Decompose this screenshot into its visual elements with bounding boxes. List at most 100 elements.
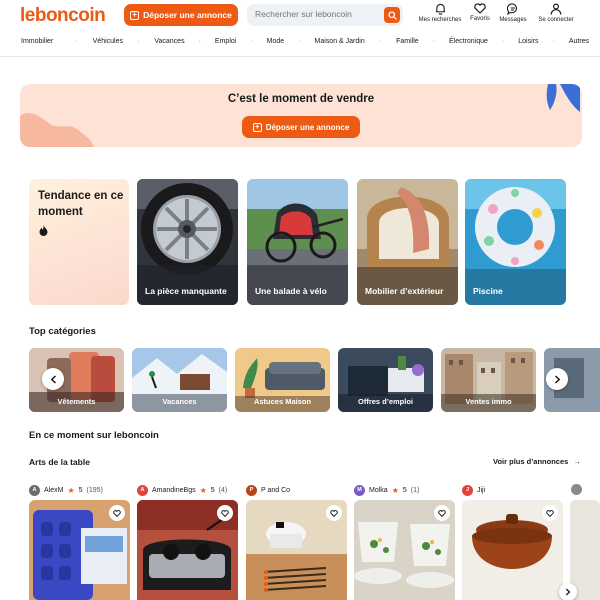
category-card-label: Offres d’emploi	[357, 397, 413, 406]
star-icon: ★	[391, 485, 399, 495]
favorite-button[interactable]	[109, 505, 125, 521]
heart-icon	[113, 509, 121, 517]
trend-card-piscine[interactable]: Piscine	[465, 179, 566, 305]
search-bar[interactable]	[247, 4, 403, 26]
banner-title: C’est le moment de vendre	[227, 93, 375, 105]
avatar: P	[246, 484, 257, 496]
favorite-button[interactable]	[326, 505, 342, 521]
banner-post-ad-button[interactable]: + Déposer une annonce	[242, 116, 360, 138]
banner-post-ad-label: Déposer une annonce	[265, 122, 350, 132]
seller-name: AmandineBgs	[152, 486, 196, 494]
category-card-astuces[interactable]: Astuces Maison	[235, 348, 330, 412]
listing-card[interactable]	[246, 500, 347, 600]
category-nav: Immobilier · Véhicules · Vacances · Empl…	[14, 38, 600, 50]
nav-separator: ·	[298, 38, 301, 45]
moment-subtitle: Arts de la table	[29, 457, 90, 467]
seller-info[interactable]: A AlexM ★ 5 (195)	[29, 484, 103, 496]
seller-info[interactable]: A AmandineBgs ★ 5 (4)	[137, 484, 227, 496]
avatar: A	[29, 484, 40, 496]
trend-card-piece[interactable]: La pièce manquante	[137, 179, 238, 305]
category-card-label: Astuces Maison	[253, 397, 312, 406]
category-card-emploi[interactable]: Offres d’emploi	[338, 348, 433, 412]
top-categories-title: Top catégories	[29, 326, 96, 337]
messages-link[interactable]: Messages	[489, 3, 537, 23]
listing-card[interactable]	[462, 500, 563, 600]
search-icon	[387, 10, 397, 20]
seller-name: Jiji	[477, 486, 486, 494]
sell-banner: C’est le moment de vendre + Déposer une …	[20, 84, 582, 147]
message-icon	[507, 3, 518, 15]
heart-icon	[330, 509, 338, 517]
nav-electronique[interactable]: Électronique	[449, 38, 488, 50]
moment-title: En ce moment sur leboncoin	[29, 430, 159, 441]
nav-separator: ·	[432, 38, 435, 45]
nav-famille[interactable]: Famille	[396, 38, 419, 50]
nav-vacances[interactable]: Vacances	[154, 38, 184, 50]
avatar: M	[354, 484, 365, 496]
heart-icon	[474, 3, 486, 14]
nav-separator: ·	[501, 38, 505, 45]
trend-card-label: La pièce manquante	[145, 286, 227, 296]
bell-icon	[435, 3, 445, 15]
nav-separator: ·	[198, 38, 201, 45]
plus-icon: +	[130, 10, 140, 20]
heart-icon	[221, 509, 229, 517]
trend-card-velo[interactable]: Une balade à vélo	[247, 179, 348, 305]
wave-decoration	[20, 113, 94, 147]
plus-icon: +	[252, 122, 262, 132]
nav-autres[interactable]: Autres	[569, 38, 589, 50]
post-ad-button[interactable]: + Déposer une annonce	[124, 4, 238, 26]
listing-card[interactable]	[29, 500, 130, 600]
search-input[interactable]	[255, 9, 380, 19]
nav-vehicules[interactable]: Véhicules	[93, 38, 123, 50]
chevron-left-icon	[50, 374, 56, 384]
category-card-label: Vêtements	[57, 397, 96, 406]
seller-name: AlexM	[44, 486, 64, 494]
carousel-prev-button[interactable]	[42, 368, 64, 390]
chevron-right-icon	[565, 588, 571, 596]
seller-info[interactable]: J Jiji	[462, 484, 485, 496]
nav-loisirs[interactable]: Loisirs	[518, 38, 538, 50]
trends-intro-card: Tendance en ce moment	[29, 179, 129, 305]
nav-mode[interactable]: Mode	[267, 38, 285, 50]
trend-card-label: Piscine	[473, 286, 503, 296]
nav-emploi[interactable]: Emploi	[215, 38, 236, 50]
favorite-button[interactable]	[217, 505, 233, 521]
category-card-vacances[interactable]: Vacances	[132, 348, 227, 412]
avatar: J	[462, 484, 473, 496]
search-button[interactable]	[384, 7, 400, 23]
listing-card[interactable]	[354, 500, 455, 600]
login-link[interactable]: Se connecter	[532, 3, 580, 23]
flame-icon	[39, 225, 48, 236]
arrow-right-icon: →	[573, 457, 581, 466]
category-card-label: Ventes immo	[465, 397, 512, 406]
star-icon: ★	[67, 485, 75, 495]
trends-title: Tendance en ce moment	[38, 190, 124, 218]
favorite-button[interactable]	[434, 505, 450, 521]
seller-review-count: (195)	[86, 486, 103, 494]
header-divider	[0, 56, 600, 57]
favorite-button[interactable]	[542, 505, 558, 521]
heart-icon	[438, 509, 446, 517]
seller-review-count: (4)	[218, 486, 228, 494]
seller-rating: 5	[78, 486, 83, 494]
seller-rating: 5	[402, 486, 407, 494]
see-more-link[interactable]: Voir plus d’annonces →	[493, 457, 581, 466]
seller-info[interactable]: P P and Co	[246, 484, 290, 496]
listings-next-button[interactable]	[559, 583, 577, 600]
seller-info[interactable]: M Molka ★ 5 (1)	[354, 484, 419, 496]
trend-card-mobilier[interactable]: Mobilier d’extérieur	[357, 179, 458, 305]
nav-maison-jardin[interactable]: Maison & Jardin	[315, 38, 365, 50]
avatar	[571, 484, 582, 495]
seller-review-count: (1)	[410, 486, 420, 494]
listing-card[interactable]	[137, 500, 238, 600]
nav-immobilier[interactable]: Immobilier	[21, 38, 53, 50]
carousel-next-button[interactable]	[546, 368, 568, 390]
nav-separator: ·	[137, 38, 140, 45]
category-card-immo[interactable]: Ventes immo	[441, 348, 536, 412]
post-ad-label: Déposer une annonce	[143, 10, 232, 20]
star-icon: ★	[199, 485, 207, 495]
seller-rating: 5	[210, 486, 215, 494]
logo[interactable]: leboncoin	[20, 5, 106, 27]
seller-name: P and Co	[261, 486, 291, 494]
